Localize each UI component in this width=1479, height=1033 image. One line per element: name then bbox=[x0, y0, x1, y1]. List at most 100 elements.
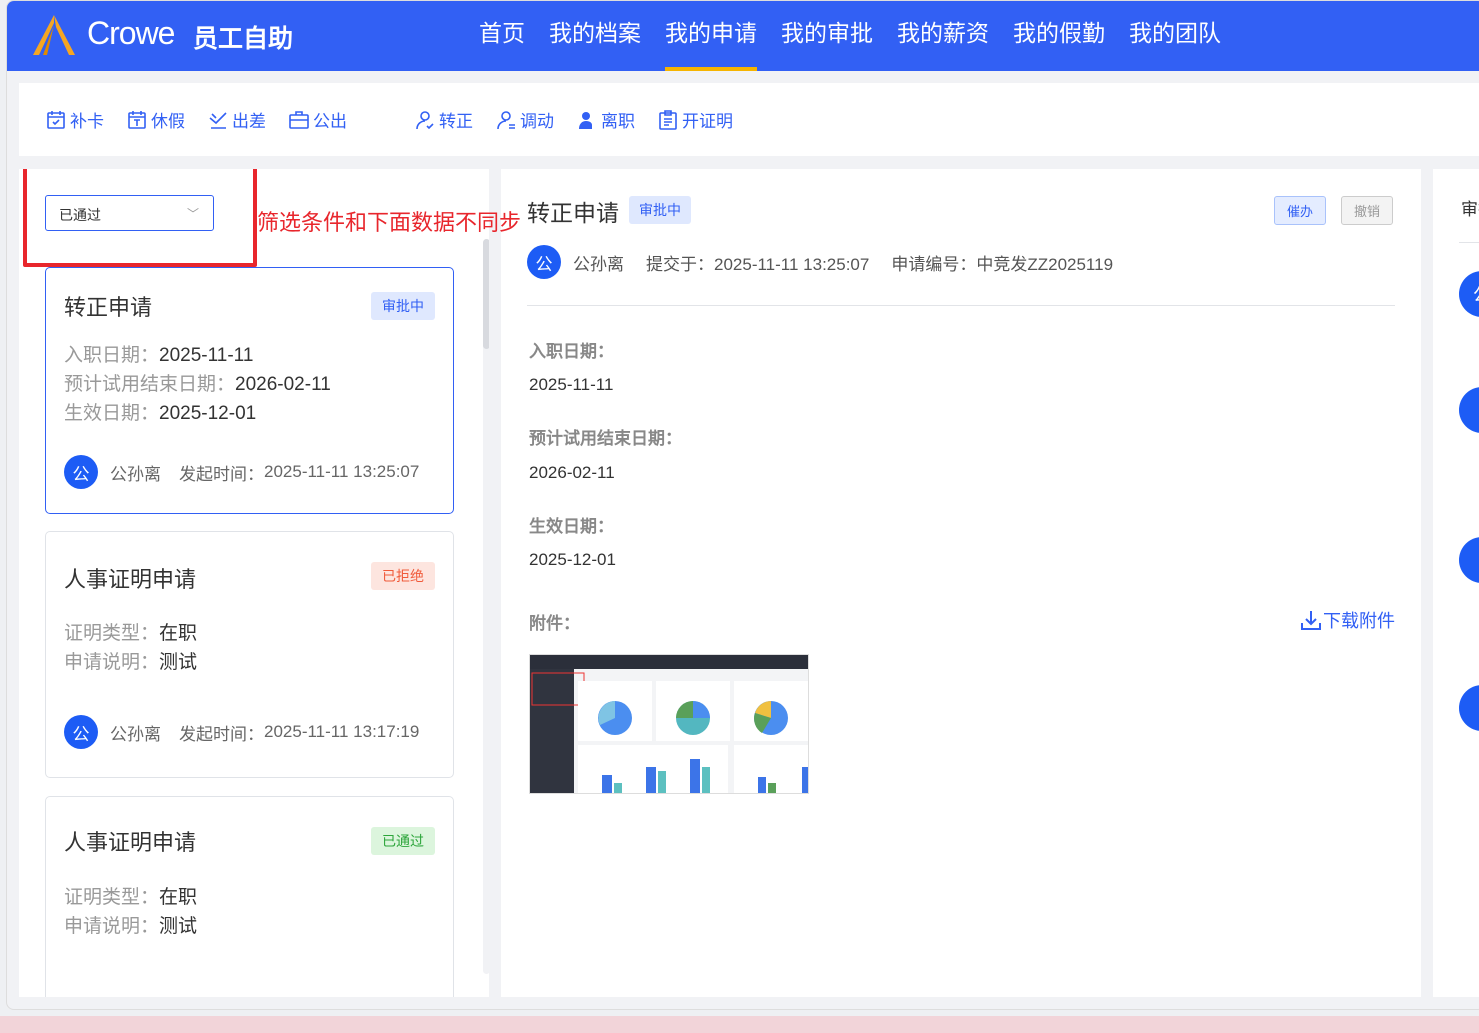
user-transfer-icon bbox=[497, 110, 515, 129]
nav-profile[interactable]: 我的档案 bbox=[537, 1, 653, 71]
crowe-logo-icon bbox=[33, 15, 75, 55]
nav-attendance[interactable]: 我的假勤 bbox=[1001, 1, 1117, 71]
field-label: 预计试用结束日期： bbox=[529, 429, 682, 448]
leave-button[interactable]: 休假 bbox=[126, 107, 185, 132]
submitted-time: 提交于：2025-11-11 13:25:07 bbox=[646, 254, 870, 274]
approver-avatar bbox=[1459, 387, 1479, 433]
field-label: 入职日期： bbox=[64, 345, 160, 366]
field-value: 2025-12-01 bbox=[529, 550, 616, 569]
field-label: 证明类型： bbox=[64, 887, 160, 908]
field-label: 证明类型： bbox=[64, 623, 160, 644]
card-title: 人事证明申请 bbox=[64, 830, 197, 855]
scrollbar-thumb[interactable] bbox=[483, 239, 489, 349]
field-value: 2025-12-01 bbox=[159, 403, 257, 424]
detail-meta: 公公孙离 提交于：2025-11-11 13:25:07 申请编号：中竞发ZZ202… bbox=[527, 245, 1135, 279]
label: 离职 bbox=[601, 112, 635, 131]
applicant-name: 公孙离 bbox=[110, 724, 161, 744]
download-label: 下载附件 bbox=[1323, 611, 1395, 631]
field-value: 2026-02-11 bbox=[235, 374, 331, 395]
label: 转正 bbox=[439, 112, 473, 131]
attachment-thumbnail[interactable] bbox=[529, 654, 809, 794]
brand-name: Crowe bbox=[87, 15, 175, 51]
field-label: 生效日期： bbox=[529, 517, 614, 536]
status-badge: 审批中 bbox=[629, 196, 691, 224]
card-footer: 公公孙离 发起时间： 2025-11-11 13:25:07 bbox=[64, 455, 419, 489]
divider bbox=[527, 305, 1395, 306]
time-label: 发起时间： bbox=[179, 724, 264, 744]
plane-icon bbox=[209, 111, 227, 129]
field-value: 在职 bbox=[159, 623, 198, 644]
transfer-button[interactable]: 调动 bbox=[495, 107, 554, 132]
application-card[interactable]: 人事证明申请 已拒绝 证明类型：在职 申请说明：测试 公公孙离 发起时间： 2025… bbox=[45, 531, 454, 778]
regularization-button[interactable]: 转正 bbox=[414, 107, 473, 132]
nav-salary[interactable]: 我的薪资 bbox=[885, 1, 1001, 71]
time-label: 发起时间： bbox=[179, 464, 264, 484]
label: 公出 bbox=[313, 112, 347, 131]
divider bbox=[1459, 242, 1479, 243]
attachment-image bbox=[530, 655, 808, 793]
avatar: 公 bbox=[527, 245, 561, 279]
clock-in-fix-button[interactable]: 补卡 bbox=[45, 107, 104, 132]
calendar-check-icon bbox=[47, 110, 65, 129]
approver-avatar bbox=[1459, 685, 1479, 731]
label: 休假 bbox=[151, 112, 185, 131]
application-detail-panel: 转正申请 审批中 催办 撤销 公公孙离 提交于：2025-11-11 13:25:… bbox=[501, 169, 1421, 997]
top-header: Crowe 员工自助 首页 我的档案 我的申请 我的审批 我的薪资 我的假勤 我… bbox=[7, 1, 1479, 71]
scrollbar-track[interactable] bbox=[483, 239, 489, 974]
field-value: 2026-02-11 bbox=[529, 463, 615, 482]
status-badge: 已通过 bbox=[371, 827, 435, 855]
time-value: 2025-11-11 13:25:07 bbox=[264, 462, 420, 481]
attachment-label: 附件： bbox=[529, 614, 580, 633]
clipboard-icon bbox=[659, 109, 677, 130]
avatar: 公 bbox=[64, 455, 98, 489]
field-value: 在职 bbox=[159, 887, 198, 908]
application-card[interactable]: 人事证明申请 已通过 证明类型：在职 申请说明：测试 bbox=[45, 796, 454, 997]
label: 出差 bbox=[232, 112, 266, 131]
application-card[interactable]: 转正申请 审批中 入职日期：2025-11-11 预计试用结束日期：2026-0… bbox=[45, 267, 454, 514]
status-badge: 审批中 bbox=[371, 292, 435, 320]
approver-avatar: 公 bbox=[1459, 271, 1479, 317]
label: 开证明 bbox=[682, 112, 733, 131]
applicant-name: 公孙离 bbox=[573, 254, 624, 274]
card-title: 人事证明申请 bbox=[64, 567, 197, 592]
business-trip-button[interactable]: 出差 bbox=[207, 107, 266, 132]
quick-actions: 补卡 休假 出差 公出 转正 调动 离职 开证明 bbox=[19, 83, 1479, 156]
card-title: 转正申请 bbox=[64, 295, 153, 320]
card-footer: 公公孙离 发起时间： 2025-11-11 13:17:19 bbox=[64, 715, 419, 749]
taskbar bbox=[0, 1016, 1479, 1033]
user-leave-icon bbox=[579, 111, 592, 129]
download-attachment-link[interactable]: 下载附件 bbox=[1299, 607, 1395, 633]
application-number: 申请编号：中竞发ZZ2025119 bbox=[891, 254, 1114, 274]
app-title: 员工自助 bbox=[193, 25, 294, 53]
cancel-button[interactable]: 撤销 bbox=[1341, 196, 1394, 225]
field-label: 预计试用结束日期： bbox=[64, 374, 236, 395]
resignation-button[interactable]: 离职 bbox=[576, 107, 635, 132]
urge-button[interactable]: 催办 bbox=[1274, 196, 1327, 225]
official-out-button[interactable]: 公出 bbox=[288, 107, 347, 132]
field-value: 测试 bbox=[159, 652, 198, 673]
label: 补卡 bbox=[70, 112, 104, 131]
calendar-leave-icon bbox=[128, 110, 146, 129]
avatar: 公 bbox=[64, 715, 98, 749]
approver-avatar bbox=[1459, 537, 1479, 583]
certificate-button[interactable]: 开证明 bbox=[657, 107, 733, 132]
card-fields: 证明类型：在职 申请说明：测试 bbox=[64, 619, 197, 677]
field-label: 申请说明： bbox=[64, 652, 160, 673]
detail-title: 转正申请 bbox=[527, 200, 619, 226]
field-value: 2025-11-11 bbox=[159, 345, 254, 366]
field-value: 2025-11-11 bbox=[529, 375, 614, 394]
nav-my-approvals[interactable]: 我的审批 bbox=[769, 1, 885, 71]
field-value: 测试 bbox=[159, 916, 198, 937]
label: 调动 bbox=[520, 112, 554, 131]
annotation-box bbox=[23, 169, 257, 267]
applicant-name: 公孙离 bbox=[110, 464, 161, 484]
nav-my-applications[interactable]: 我的申请 bbox=[653, 1, 769, 71]
nav-home[interactable]: 首页 bbox=[467, 1, 537, 71]
field-label: 生效日期： bbox=[64, 403, 160, 424]
annotation-text: 筛选条件和下面数据不同步 bbox=[257, 210, 522, 235]
field-label: 申请说明： bbox=[64, 916, 160, 937]
approval-flow-panel: 审批 公 bbox=[1433, 169, 1479, 997]
card-fields: 入职日期：2025-11-11 预计试用结束日期：2026-02-11 生效日期… bbox=[64, 341, 331, 428]
status-badge: 已拒绝 bbox=[371, 562, 435, 590]
nav-team[interactable]: 我的团队 bbox=[1117, 1, 1233, 71]
